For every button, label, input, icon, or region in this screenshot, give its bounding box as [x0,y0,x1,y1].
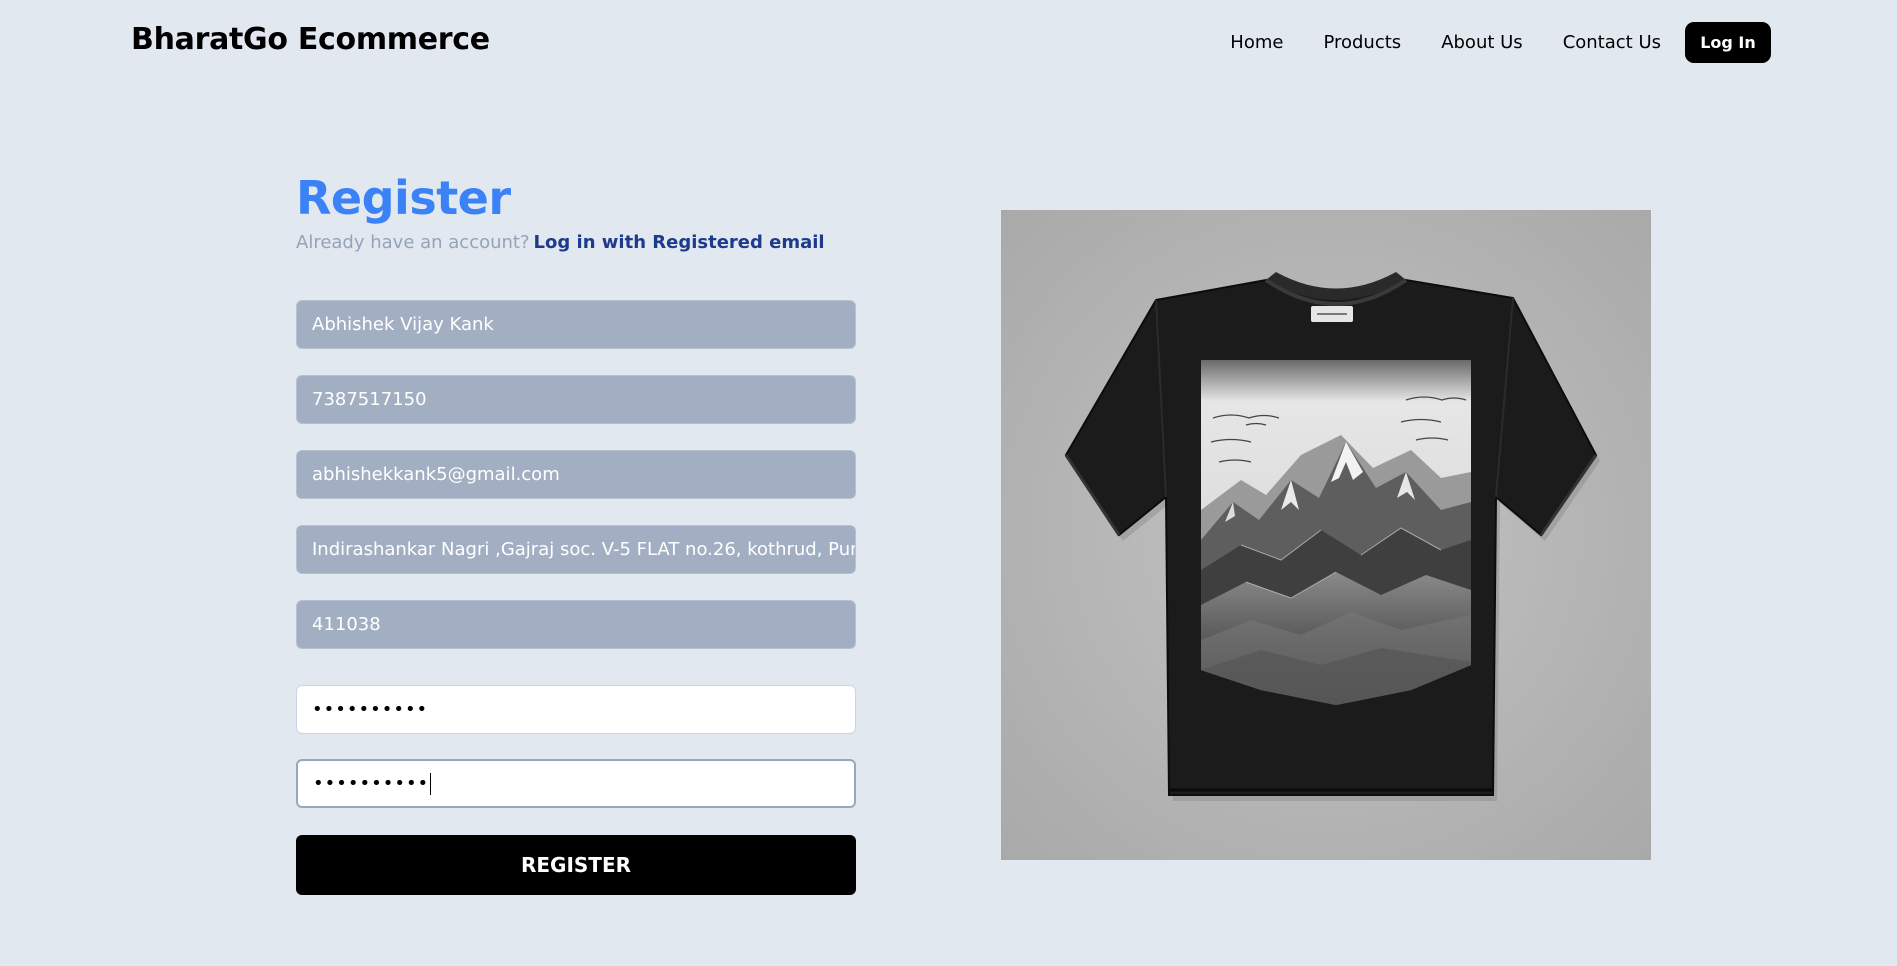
login-prompt-text: Already have an account? [296,232,530,253]
login-prompt: Already have an account? Log in with Regi… [296,232,856,253]
main-nav: Home Products About Us Contact Us Log In [1230,22,1771,63]
nav-contact-us[interactable]: Contact Us [1563,32,1661,53]
text-caret [430,772,432,795]
password-value: •••••••••• [312,699,429,720]
phone-value: 7387517150 [312,389,427,410]
address-value: Indirashankar Nagri ,Gajraj soc. V-5 FLA… [312,539,856,560]
email-field[interactable]: abhishekkank5@gmail.com [296,450,856,499]
email-value: abhishekkank5@gmail.com [312,464,560,485]
nav-about-us[interactable]: About Us [1441,32,1523,53]
register-header: Register Already have an account? Log in … [296,170,856,253]
login-link[interactable]: Log in with Registered email [534,232,825,253]
name-value: Abhishek Vijay Kank [312,314,494,335]
password-field[interactable]: •••••••••• [296,685,856,734]
tshirt-mountain-print-icon [1064,272,1600,801]
name-field[interactable]: Abhishek Vijay Kank [296,300,856,349]
login-button[interactable]: Log In [1685,22,1771,63]
pincode-value: 411038 [312,614,381,635]
phone-field[interactable]: 7387517150 [296,375,856,424]
nav-products[interactable]: Products [1323,32,1401,53]
register-button[interactable]: REGISTER [296,835,856,895]
nav-home[interactable]: Home [1230,32,1283,53]
confirm-password-value: •••••••••• [313,773,430,794]
product-image [1001,210,1651,860]
page-title: Register [296,171,511,225]
pincode-field[interactable]: 411038 [296,600,856,649]
address-field[interactable]: Indirashankar Nagri ,Gajraj soc. V-5 FLA… [296,525,856,574]
confirm-password-field[interactable]: •••••••••• [296,759,856,808]
brand-logo[interactable]: BharatGo Ecommerce [131,22,490,57]
